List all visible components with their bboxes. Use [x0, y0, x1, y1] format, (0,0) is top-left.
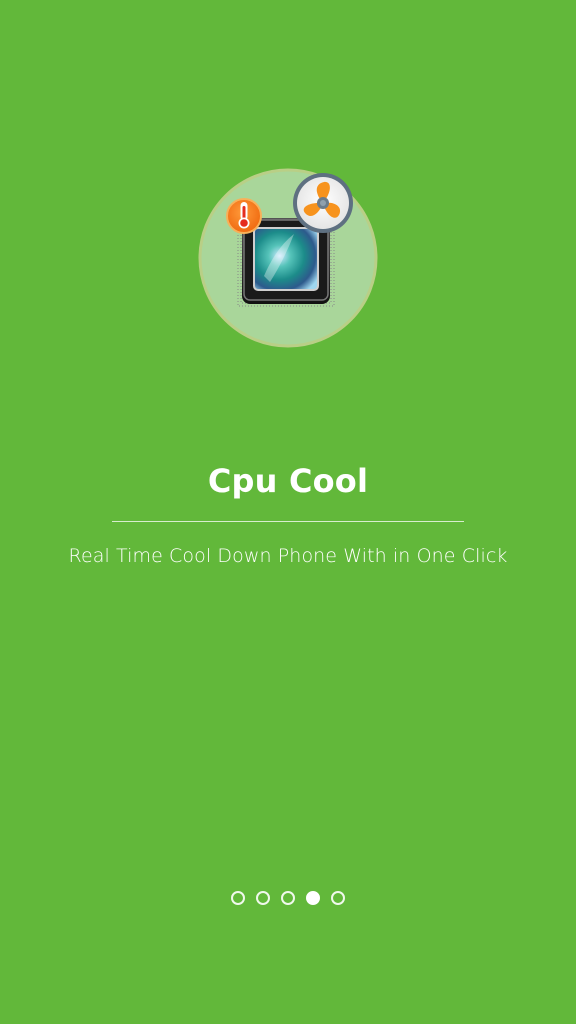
page-dot-1[interactable] — [231, 891, 245, 905]
cpu-cool-graphic — [198, 168, 378, 348]
page-dot-2[interactable] — [256, 891, 270, 905]
page-indicator — [0, 891, 576, 909]
title-divider — [112, 521, 464, 522]
onboarding-screen[interactable]: Cpu Cool Real Time Cool Down Phone With … — [0, 0, 576, 1024]
onboarding-title: Cpu Cool — [207, 462, 369, 500]
thermometer-icon — [226, 198, 262, 234]
fan-icon — [293, 173, 353, 233]
cpu-cool-illustration — [198, 168, 378, 348]
page-dot-3[interactable] — [281, 891, 295, 905]
page-dot-4-active[interactable] — [306, 891, 320, 905]
onboarding-subtitle: Real Time Cool Down Phone With in One Cl… — [68, 545, 508, 567]
page-dot-5[interactable] — [331, 891, 345, 905]
